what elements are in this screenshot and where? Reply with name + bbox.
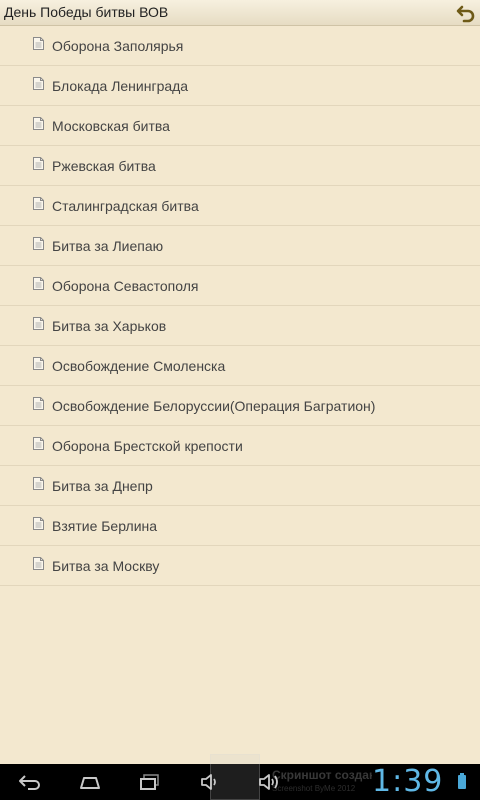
list-item-label: Битва за Харьков <box>52 318 167 334</box>
list-item-label: Взятие Берлина <box>52 518 158 534</box>
document-icon <box>33 437 44 450</box>
back-icon[interactable] <box>16 770 44 794</box>
list-item-label: Сталинградская битва <box>52 198 199 214</box>
document-icon <box>33 117 44 130</box>
list-item-label: Битва за Лиепаю <box>52 238 164 254</box>
document-icon <box>33 197 44 210</box>
document-icon <box>33 77 44 90</box>
list-item-label: Блокада Ленинграда <box>52 78 189 94</box>
list-item-label: Ржевская битва <box>52 158 156 174</box>
list-item[interactable]: Сталинградская битва <box>0 186 480 226</box>
watermark-logo <box>210 754 260 800</box>
list-item[interactable]: Блокада Ленинграда <box>0 66 480 106</box>
list-item[interactable]: Московская битва <box>0 106 480 146</box>
watermark-subtitle: Screenshot ByMe 2012 <box>272 784 356 793</box>
document-icon <box>33 277 44 290</box>
list-item-label: Оборона Заполярья <box>52 38 184 54</box>
document-icon <box>33 37 44 50</box>
status-clock: 1:39 <box>372 764 444 799</box>
list-item[interactable]: Битва за Москву <box>0 546 480 586</box>
home-icon[interactable] <box>76 770 104 794</box>
list-item[interactable]: Освобождение Смоленска <box>0 346 480 386</box>
list-item[interactable]: Ржевская битва <box>0 146 480 186</box>
document-icon <box>33 237 44 250</box>
watermark-title: Скриншот создан <box>272 768 372 782</box>
battle-list: Оборона Заполярья Блокада Ленинграда Мос… <box>0 26 480 586</box>
document-icon <box>33 317 44 330</box>
list-item[interactable]: Освобождение Белоруссии(Операция Баграти… <box>0 386 480 426</box>
list-item[interactable]: Битва за Лиепаю <box>0 226 480 266</box>
document-icon <box>33 357 44 370</box>
document-icon <box>33 517 44 530</box>
list-item-label: Битва за Москву <box>52 558 160 574</box>
list-item[interactable]: Оборона Севастополя <box>0 266 480 306</box>
document-icon <box>33 557 44 570</box>
list-item[interactable]: Оборона Заполярья <box>0 26 480 66</box>
page-title: День Победы битвы ВОВ <box>4 4 169 20</box>
action-bar: День Победы битвы ВОВ <box>0 0 480 26</box>
list-item-label: Освобождение Белоруссии(Операция Баграти… <box>52 398 376 414</box>
document-icon <box>33 397 44 410</box>
list-item[interactable]: Взятие Берлина <box>0 506 480 546</box>
list-item-label: Московская битва <box>52 118 170 134</box>
recent-apps-icon[interactable] <box>136 770 164 794</box>
list-item[interactable]: Битва за Днепр <box>0 466 480 506</box>
list-item[interactable]: Оборона Брестской крепости <box>0 426 480 466</box>
list-item-label: Оборона Севастополя <box>52 278 199 294</box>
list-item-label: Оборона Брестской крепости <box>52 438 243 454</box>
list-item[interactable]: Битва за Харьков <box>0 306 480 346</box>
list-item-label: Освобождение Смоленска <box>52 358 226 374</box>
back-arrow-icon[interactable] <box>456 3 476 23</box>
list-item-label: Битва за Днепр <box>52 478 153 494</box>
document-icon <box>33 157 44 170</box>
document-icon <box>33 477 44 490</box>
battery-icon <box>458 773 466 789</box>
